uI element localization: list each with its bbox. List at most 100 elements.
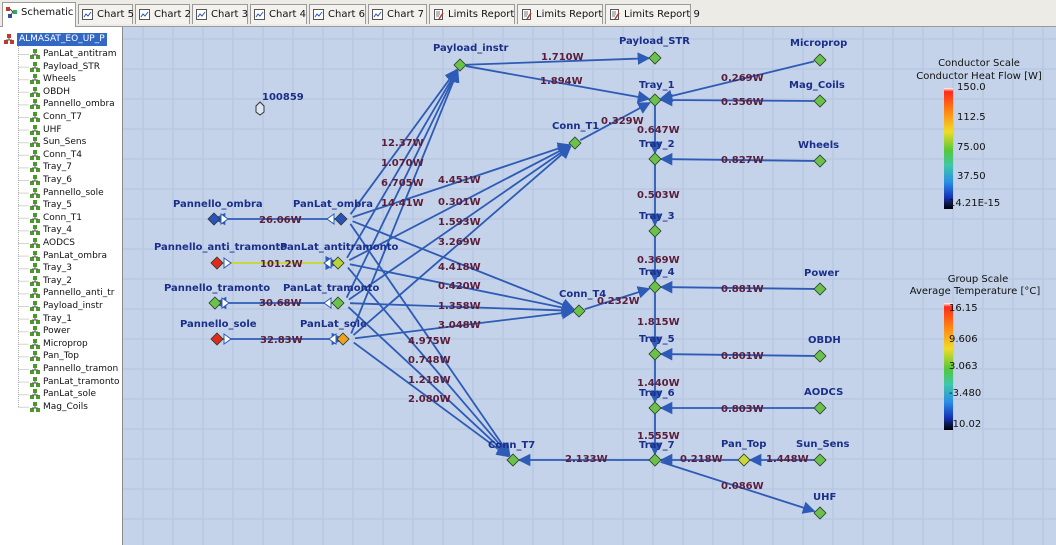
- node-tray_2[interactable]: [648, 152, 662, 166]
- node-obdh[interactable]: [813, 349, 827, 363]
- node-tray_4[interactable]: [648, 280, 662, 294]
- node-group-icon: [30, 326, 40, 337]
- tab-limits-report-8[interactable]: Limits Report 8: [517, 4, 612, 24]
- node-tray_1[interactable]: [648, 93, 662, 107]
- chart-icon: [372, 9, 383, 20]
- tree-item-label: Conn_T4: [43, 149, 82, 160]
- node-tray_5[interactable]: [648, 347, 662, 361]
- edge-label: 0.356W: [721, 97, 764, 108]
- conductor-scale-title: Conductor Scale: [938, 58, 1020, 69]
- edge-label: 0.420W: [438, 281, 481, 292]
- tab-limits-report-7[interactable]: Limits Report 7: [429, 4, 524, 24]
- edge-label: 0.301W: [438, 197, 481, 208]
- schematic-canvas[interactable]: 100859 1.710W 1.894W 0.269W 0.356W 0.329W 0.64…: [123, 27, 1056, 545]
- node-pannello_tramonto[interactable]: [208, 296, 222, 310]
- node-group-icon: [30, 338, 40, 349]
- tree-item-label: PanLat_tramonto: [43, 376, 120, 387]
- node-label: Power: [804, 268, 839, 279]
- tab-label: Chart 5: [97, 9, 135, 20]
- node-power[interactable]: [813, 282, 827, 296]
- tab-chart-4[interactable]: Chart 4: [250, 4, 307, 24]
- group-tick-2: 3.063: [949, 361, 978, 372]
- node-label: Conn_T7: [488, 440, 535, 451]
- node-group-icon: [30, 301, 40, 311]
- chart-icon: [313, 9, 324, 20]
- node-label: AODCS: [804, 387, 843, 398]
- node-label: Sun_Sens: [796, 439, 850, 450]
- node-pan_top[interactable]: [737, 453, 751, 467]
- node-tray_7[interactable]: [648, 453, 662, 467]
- node-conn_t1[interactable]: [568, 136, 582, 150]
- node-label: Mag_Coils: [789, 80, 845, 91]
- tab-label: Limits Report 7: [448, 9, 524, 20]
- node-group-icon: [30, 74, 40, 85]
- port-arrow-icon: [220, 213, 229, 225]
- node-label: PanLat_sole: [300, 319, 367, 330]
- node-group-icon: [30, 401, 40, 412]
- model-tree: ALMASAT_EO_UP_P PanLat_antitram Payload_S…: [0, 27, 123, 545]
- node-panlat_tramonto[interactable]: [331, 296, 345, 310]
- node-panlat_sole[interactable]: [336, 332, 350, 346]
- tree-item-label: OBDH: [43, 86, 70, 97]
- node-pannello_anti[interactable]: [210, 256, 224, 270]
- node-panlat_anti[interactable]: [331, 256, 345, 270]
- schematic-icon: [6, 7, 17, 18]
- edge-label: 0.647W: [637, 125, 680, 136]
- node-panlat_ombra[interactable]: [334, 212, 348, 226]
- node-group-icon: [30, 351, 40, 362]
- node-pannello_ombra[interactable]: [207, 212, 221, 226]
- edge-labels: 1.710W1.894W 0.269W0.356W0.329W0.647W0.82…: [259, 52, 809, 492]
- node-aodcs[interactable]: [813, 401, 827, 415]
- node-conn_t7[interactable]: [506, 453, 520, 467]
- edge-label: 0.269W: [721, 73, 764, 84]
- node-mag_coils[interactable]: [813, 94, 827, 108]
- tree-item-label: Mag_Coils: [43, 401, 88, 412]
- edge-label: 12.37W: [381, 138, 424, 149]
- node-group-icon: [30, 49, 40, 59]
- node-group-icon: [30, 162, 40, 173]
- tab-chart-5[interactable]: Chart 5: [78, 4, 135, 24]
- chart-icon: [196, 9, 207, 20]
- tab-chart-7[interactable]: Chart 7: [368, 4, 427, 24]
- tab-chart-6[interactable]: Chart 6: [309, 4, 366, 24]
- tab-limits-report-9[interactable]: Limits Report 9: [605, 4, 700, 24]
- node-tray_3[interactable]: [648, 224, 662, 238]
- node-pannello_sole[interactable]: [210, 332, 224, 346]
- conductor-tick-2: 75.00: [957, 142, 986, 153]
- edge-label: 1.218W: [408, 375, 451, 386]
- tree-item-label: Payload_instr: [43, 301, 103, 311]
- node-group-icon: [30, 250, 40, 261]
- edge-label: 1.448W: [766, 454, 809, 465]
- chart-icon: [139, 9, 150, 20]
- group-scale-subtitle: Average Temperature [°C]: [909, 286, 1041, 297]
- node-sun_sens[interactable]: [813, 453, 827, 467]
- group-label: 100859: [262, 92, 304, 103]
- node-tray_6[interactable]: [648, 401, 662, 415]
- node-conn_t4[interactable]: [572, 304, 586, 318]
- node-label: Tray_1: [639, 80, 675, 91]
- tree-item-label: Payload_STR: [43, 61, 101, 72]
- tab-chart-3[interactable]: Chart 3: [192, 4, 248, 24]
- tab-schematic[interactable]: Schematic: [2, 2, 76, 27]
- group-tick-4: -10.02: [949, 419, 982, 430]
- port-arrow-icon: [221, 297, 230, 309]
- edge-label: 0.803W: [721, 404, 764, 415]
- node-payload_str[interactable]: [648, 51, 662, 65]
- node-label: Pannello_anti_tramonto: [154, 242, 287, 253]
- tree-item-label: Pan_Top: [43, 351, 79, 362]
- tree-item-label: Conn_T7: [43, 112, 82, 122]
- edge-label: 1.710W: [541, 52, 584, 63]
- edge-label: 0.369W: [637, 255, 680, 266]
- port-arrow-icon: [223, 333, 232, 345]
- node-microprop[interactable]: [813, 53, 827, 67]
- tree-item-label: Pannello_sole: [43, 187, 104, 198]
- node-uhf[interactable]: [813, 506, 827, 520]
- tab-chart-2[interactable]: Chart 2: [135, 4, 191, 24]
- edge-label: 30.68W: [259, 298, 302, 309]
- model-root-icon: [4, 34, 14, 44]
- node-group-icon: [30, 275, 40, 286]
- edge-label: 4.418W: [438, 262, 481, 273]
- node-group-icon: [30, 200, 40, 211]
- node-wheels[interactable]: [813, 154, 827, 168]
- tree-item-label: Tray_2: [43, 275, 72, 286]
